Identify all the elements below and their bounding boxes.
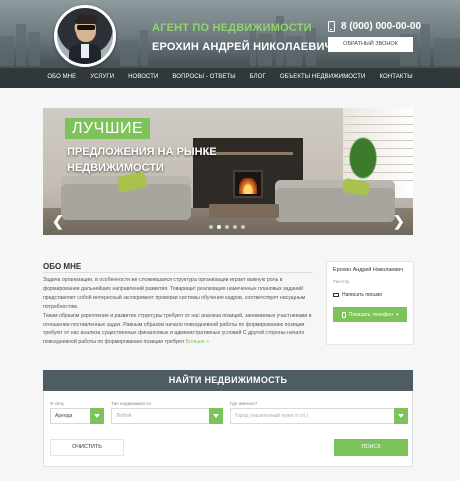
card-agent-name: Ерохин Андрей Николаевич [333, 267, 403, 273]
type-label: Тип недвижимости [111, 401, 151, 406]
show-phone-label: Показать телефон [348, 311, 393, 318]
mail-icon [333, 293, 339, 297]
show-phone-button[interactable]: Показать телефон ▾ [333, 307, 407, 322]
nav-item-faq[interactable]: ВОПРОСЫ - ОТВЕТЫ [172, 74, 235, 80]
agent-name: ЕРОХИН АНДРЕЙ НИКОЛАЕВИЧ [152, 41, 333, 53]
page: АГЕНТ ПО НЕДВИЖИМОСТИ ЕРОХИН АНДРЕЙ НИКО… [0, 0, 460, 481]
slide-heading-line2: НЕДВИЖИМОСТИ [67, 162, 164, 174]
card-agent-role: Риелтор [333, 279, 350, 284]
slider-dots [209, 225, 245, 229]
more-link[interactable]: Больше » [186, 339, 209, 345]
chevron-down-icon[interactable] [394, 408, 408, 424]
header: АГЕНТ ПО НЕДВИЖИМОСТИ ЕРОХИН АНДРЕЙ НИКО… [0, 0, 460, 88]
nav-item-contacts[interactable]: КОНТАКТЫ [379, 74, 412, 80]
main-nav: ОБО МНЕ УСЛУГИ НОВОСТИ ВОПРОСЫ - ОТВЕТЫ … [0, 68, 460, 88]
where-label: Где именно? [230, 401, 258, 406]
about-divider [43, 272, 313, 273]
chevron-down-icon: ▾ [395, 311, 399, 318]
nav-item-services[interactable]: УСЛУГИ [90, 74, 114, 80]
agent-title: АГЕНТ ПО НЕДВИЖИМОСТИ [152, 22, 312, 34]
nav-item-properties[interactable]: ОБЪЕКТЫ НЕДВИЖИМОСТИ [280, 74, 366, 80]
callback-button[interactable]: ОБРАТНЫЙ ЗВОНОК [328, 37, 413, 52]
slider-next-arrow-icon[interactable]: ❯ [393, 214, 405, 228]
about-body: Задача организации, в особенности же сло… [43, 277, 312, 346]
phone-number: 8 (000) 000-00-00 [341, 21, 422, 32]
slide-sofa-right [275, 180, 395, 222]
slide-coffee-table [209, 204, 279, 218]
search-title: НАЙТИ НЕДВИЖИМОСТЬ [43, 370, 413, 391]
write-letter-label: Написать письмо [342, 292, 383, 298]
about-title: ОБО МНЕ [43, 262, 82, 271]
chevron-down-icon[interactable] [90, 408, 104, 424]
chevron-down-icon[interactable] [209, 408, 223, 424]
slide-kicker: ЛУЧШИЕ [65, 118, 151, 139]
slider-dot[interactable] [225, 225, 229, 229]
slider-dot[interactable] [209, 225, 213, 229]
agent-avatar [54, 5, 116, 67]
write-letter-link[interactable]: Написать письмо [333, 292, 382, 298]
nav-item-about[interactable]: ОБО МНЕ [47, 74, 76, 80]
phone-icon [328, 21, 335, 32]
search-button[interactable]: ПОИСК [334, 439, 408, 456]
where-select[interactable]: Город (населенный пункт и т.п.) [230, 408, 408, 424]
slider-dot[interactable] [217, 225, 221, 229]
slider-prev-arrow-icon[interactable]: ❮ [52, 214, 64, 228]
clear-button[interactable]: ОЧИСТИТЬ [50, 439, 124, 456]
want-label: Я хочу [50, 401, 64, 406]
about-text: Задача организации, в особенности же сло… [43, 276, 319, 347]
type-select[interactable]: Любой [111, 408, 223, 424]
nav-item-blog[interactable]: БЛОГ [250, 74, 266, 80]
contact-card [326, 261, 414, 345]
nav-item-news[interactable]: НОВОСТИ [128, 74, 158, 80]
slider-dot[interactable] [233, 225, 237, 229]
slider-dot[interactable] [241, 225, 245, 229]
phone-icon [341, 311, 346, 318]
header-phone[interactable]: 8 (000) 000-00-00 [328, 21, 421, 32]
slide-heading-line1: ПРЕДЛОЖЕНИЯ НА РЫНКЕ [67, 146, 217, 158]
